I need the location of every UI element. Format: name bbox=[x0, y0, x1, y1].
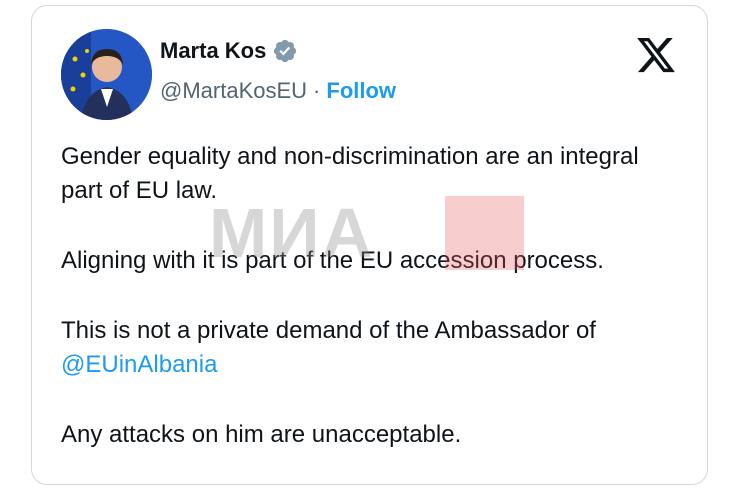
x-logo-icon[interactable] bbox=[635, 34, 677, 76]
follow-button[interactable]: Follow bbox=[326, 78, 396, 104]
tweet-paragraph: Gender equality and non-discrimination a… bbox=[61, 143, 639, 204]
author-handle[interactable]: @MartaKosEU bbox=[160, 78, 307, 104]
tweet-card: Marta Kos @MartaKosEU · Follow Gender eq… bbox=[31, 5, 708, 485]
tweet-text: Gender equality and non-discrimination a… bbox=[61, 140, 681, 488]
tweet-paragraph-text: This is not a private demand of the Amba… bbox=[61, 317, 596, 344]
avatar-image bbox=[61, 29, 152, 120]
author-handle-row: @MartaKosEU · Follow bbox=[160, 78, 396, 104]
tweet-paragraph: Any attacks on him are unacceptable. bbox=[61, 421, 462, 448]
separator-dot: · bbox=[313, 78, 321, 103]
author-name[interactable]: Marta Kos bbox=[160, 38, 266, 64]
tweet-paragraph: Aligning with it is part of the EU acces… bbox=[61, 247, 604, 274]
tweet-paragraph-with-mention: This is not a private demand of the Amba… bbox=[61, 314, 681, 382]
avatar[interactable] bbox=[61, 29, 152, 120]
verified-badge-icon bbox=[274, 39, 297, 63]
author-name-row: Marta Kos bbox=[160, 38, 298, 64]
mention-link[interactable]: @EUinAlbania bbox=[61, 351, 217, 378]
